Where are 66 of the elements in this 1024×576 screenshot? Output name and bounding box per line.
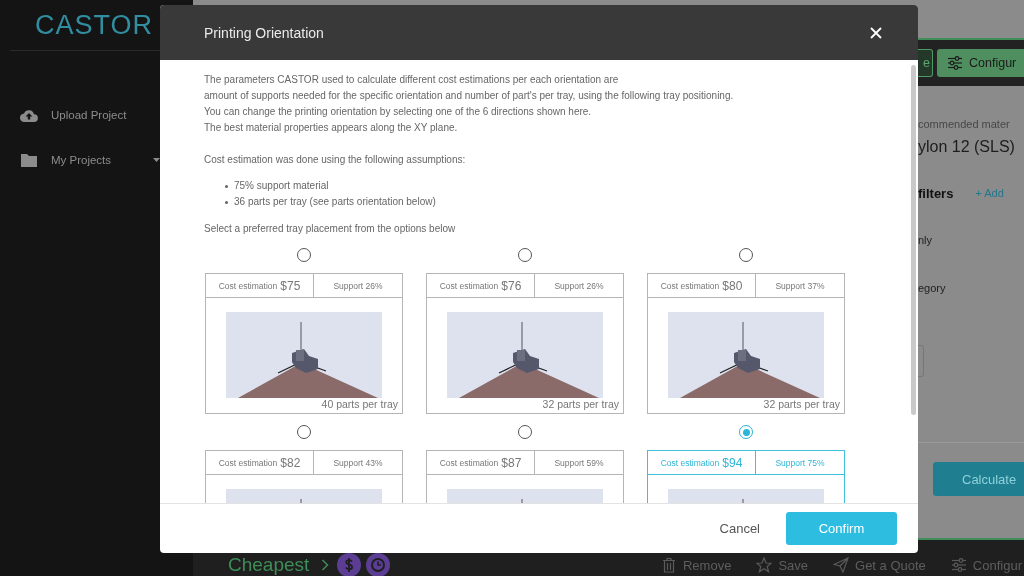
option-card[interactable]: Cost estimation $76 Support 26% 32 parts per tray [426,273,624,414]
cost-label: Cost estimation [439,457,499,468]
send-icon [833,557,850,573]
cancel-button[interactable]: Cancel [719,521,760,536]
cost-value: $75 [280,278,301,293]
action-button[interactable]: Save [756,557,809,573]
filters-heading: filters [918,185,954,201]
close-button[interactable] [870,26,882,39]
prompt-text: Select a preferred tray placement from the options below [204,222,457,236]
assumption-item: 36 parts per tray (see parts orientation below) [234,195,436,209]
close-icon [870,26,882,39]
option-card[interactable]: Cost estimation $82 Support 43% [205,450,403,503]
parts-count: 32 parts per tray [762,398,841,412]
intro-text: amount of supports needed for the specific orientation and number of part's per tray, using the following tray positioning. [204,89,735,103]
trash-icon [660,557,677,573]
support-percentage: Support 43% [313,451,402,474]
action-button[interactable]: Get a Quote [833,557,926,573]
assumption-item: 75% support material [234,179,329,193]
support-percentage: Support 37% [755,274,844,297]
cost-value: $76 [501,278,522,293]
intro-text: The best material properties appears along the XY plane. [204,121,459,135]
folder-icon [20,153,38,167]
cost-label: Cost estimation [218,457,278,468]
cost-value: $82 [280,455,301,470]
scrollbar-thumb[interactable] [911,65,916,415]
cloud-upload-icon [20,108,38,122]
cost-label: Cost estimation [218,280,278,291]
action-button[interactable]: Configur [950,557,1022,573]
bullet-icon [225,200,228,204]
support-percentage: Support 75% [755,451,844,474]
cost-value: $87 [501,455,522,470]
logo: CASTOR [35,10,154,40]
filter-label: egory [918,281,947,295]
star-icon [756,557,773,573]
option-card[interactable]: Cost estimation $80 Support 37% 32 parts per tray [647,273,845,414]
cost-label: Cost estimation [660,280,720,291]
sliders-icon [950,557,967,573]
dialog-title: Printing Orientation [204,24,324,41]
sliders-icon [947,56,963,70]
caret-icon [153,158,160,162]
option-card[interactable]: Cost estimation $87 Support 59% [426,450,624,503]
chevron-right-icon [321,559,330,571]
calculate-button[interactable]: Calculate [933,462,1024,496]
action-button[interactable]: Remove [660,557,732,573]
filter-label: nly [918,233,934,247]
parts-count: 32 parts per tray [541,398,620,412]
toolbar-button[interactable]: e [918,49,933,77]
bullet-icon [225,184,228,188]
option-card[interactable]: Cost estimation $75 Support 26% 40 parts per tray [205,273,403,414]
cost-value: $80 [722,278,743,293]
cost-label: Cost estimation [660,457,720,468]
intro-text: You can change the printing orientation by selecting one of the 6 directions shown here. [204,105,593,119]
cost-value: $94 [722,455,743,470]
support-percentage: Support 26% [534,274,623,297]
support-percentage: Support 26% [313,274,402,297]
material-name: ylon 12 (SLS) [918,137,1016,157]
cost-label: Cost estimation [439,280,499,291]
configure-button[interactable]: Configur [937,49,1024,77]
sidebar-item[interactable]: My Projects [0,151,193,169]
support-percentage: Support 59% [534,451,623,474]
parts-count: 40 parts per tray [320,398,399,412]
assumptions-heading: Cost estimation was done using the following assumptions: [204,153,467,167]
result-title: Cheapest [228,554,310,576]
section-subtitle: commended mater [918,118,1011,131]
intro-text: The parameters CASTOR used to calculate different cost estimations per each orientation are [204,73,620,87]
sidebar-item[interactable]: Upload Project [0,106,193,124]
